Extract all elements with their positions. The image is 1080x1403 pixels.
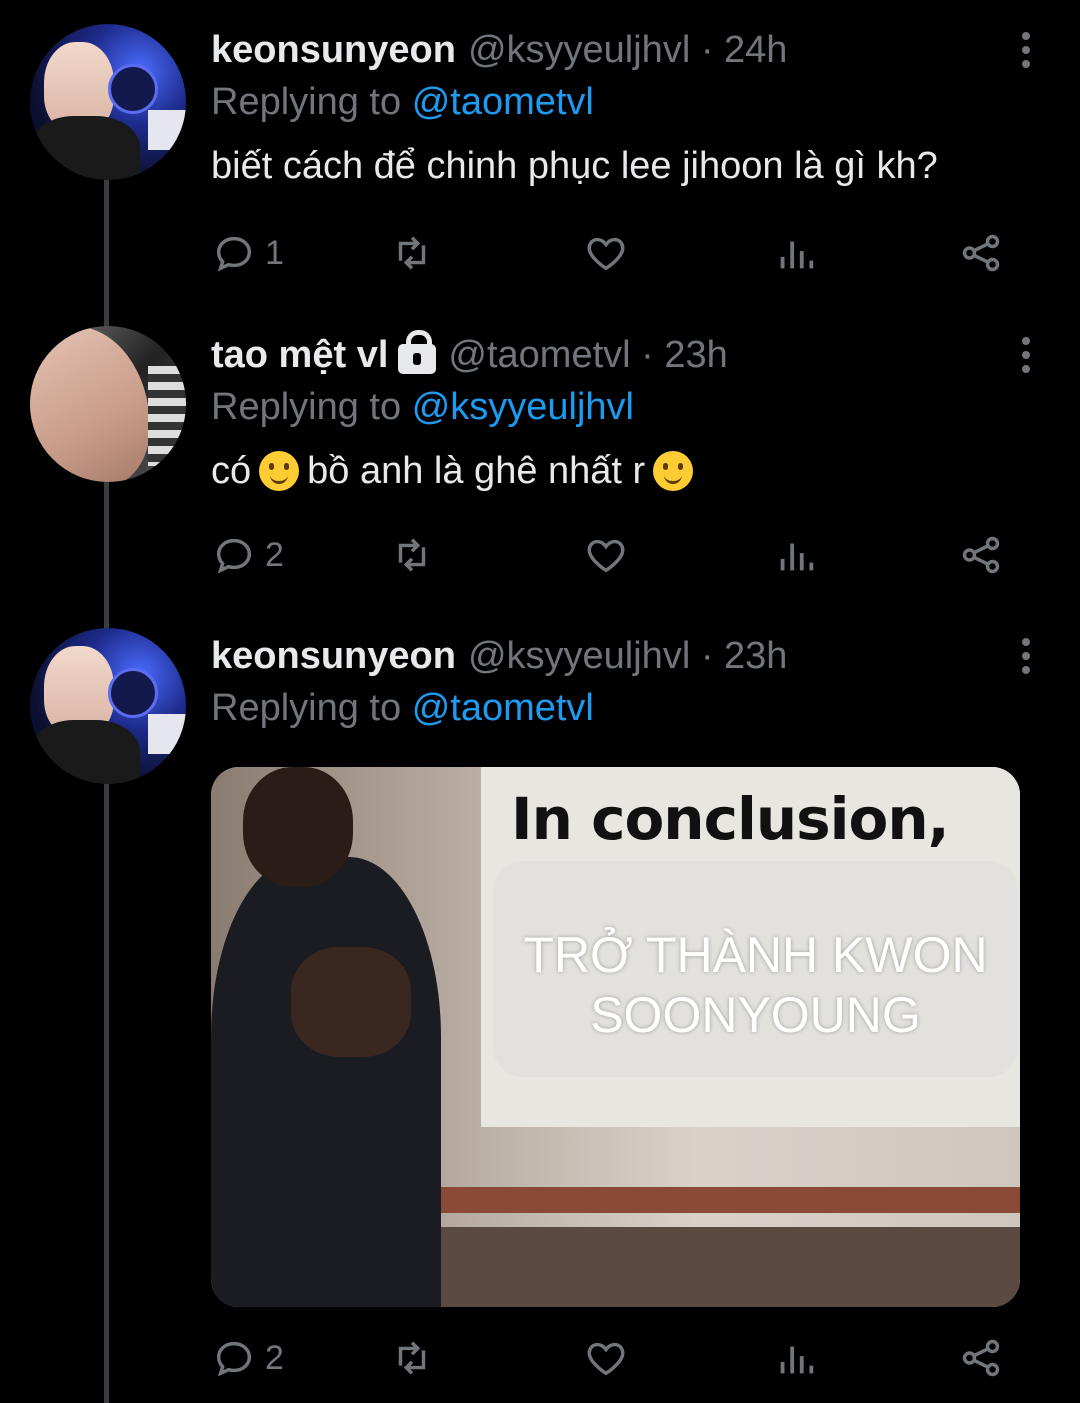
views-icon [780, 543, 814, 571]
views-button[interactable] [773, 530, 819, 580]
like-button[interactable] [583, 228, 629, 278]
tweet-actions: 1 [211, 228, 1011, 278]
lock-icon [398, 330, 437, 374]
reply-button[interactable]: 2 [211, 1333, 284, 1383]
reply-icon [216, 538, 252, 574]
display-name[interactable]: keonsunyeon [211, 27, 456, 73]
views-button[interactable] [773, 1333, 819, 1383]
share-icon [962, 536, 1000, 574]
mention-link[interactable]: @taometvl [412, 81, 594, 123]
more-icon[interactable] [1022, 32, 1030, 72]
tweet-media-image[interactable]: In conclusion, TRỞ THÀNH KWON SOONYOUNG [211, 767, 1020, 1307]
more-icon[interactable] [1022, 337, 1030, 377]
avatar[interactable] [30, 326, 186, 482]
avatar[interactable] [30, 24, 186, 180]
views-button[interactable] [773, 228, 819, 278]
meme-caption: In conclusion, [511, 785, 950, 853]
views-icon [780, 241, 814, 269]
like-icon [587, 237, 625, 271]
retweet-icon [398, 236, 426, 270]
tweet-text: có bồ anh là ghê nhất r [211, 448, 1040, 494]
retweet-button[interactable] [389, 228, 435, 278]
share-icon [962, 1339, 1000, 1377]
share-icon [962, 234, 1000, 272]
reply-icon [216, 1341, 252, 1377]
mention-link[interactable]: @ksyyeuljhvl [412, 386, 634, 428]
meme-overlay-text: TRỞ THÀNH KWON SOONYOUNG [523, 927, 988, 1043]
retweet-icon [398, 538, 426, 572]
retweet-icon [398, 1341, 426, 1375]
display-name[interactable]: keonsunyeon [211, 633, 456, 679]
reply-count: 2 [265, 1338, 284, 1377]
reply-icon [216, 236, 252, 272]
handle-and-time[interactable]: @taometvl · 23h [448, 332, 727, 378]
replying-to: Replying to @ksyyeuljhvl [211, 386, 634, 428]
handle-and-time[interactable]: @ksyyeuljhvl · 24h [468, 27, 787, 73]
mention-link[interactable]: @taometvl [412, 687, 594, 729]
like-icon [587, 539, 625, 573]
presenter-figure [211, 857, 441, 1307]
replying-to: Replying to @taometvl [211, 81, 594, 123]
reply-button[interactable]: 1 [211, 228, 284, 278]
reply-count: 2 [265, 535, 284, 574]
smile-emoji [259, 451, 300, 491]
replying-to: Replying to @taometvl [211, 687, 594, 729]
reply-count: 1 [265, 233, 284, 272]
smile-emoji [653, 451, 694, 491]
like-button[interactable] [583, 530, 629, 580]
tweet-actions: 2 [211, 1333, 1011, 1383]
handle-and-time[interactable]: @ksyyeuljhvl · 23h [468, 633, 787, 679]
share-button[interactable] [958, 1333, 1004, 1383]
views-icon [780, 1346, 814, 1374]
share-button[interactable] [958, 530, 1004, 580]
like-button[interactable] [583, 1333, 629, 1383]
retweet-button[interactable] [389, 530, 435, 580]
avatar[interactable] [30, 628, 186, 784]
tweet-actions: 2 [211, 530, 1011, 580]
share-button[interactable] [958, 228, 1004, 278]
reply-button[interactable]: 2 [211, 530, 284, 580]
display-name[interactable]: tao mệt vl [211, 332, 388, 378]
retweet-button[interactable] [389, 1333, 435, 1383]
more-icon[interactable] [1022, 638, 1030, 678]
tweet-text: biết cách để chinh phục lee jihoon là gì… [211, 145, 938, 187]
like-icon [587, 1342, 625, 1376]
